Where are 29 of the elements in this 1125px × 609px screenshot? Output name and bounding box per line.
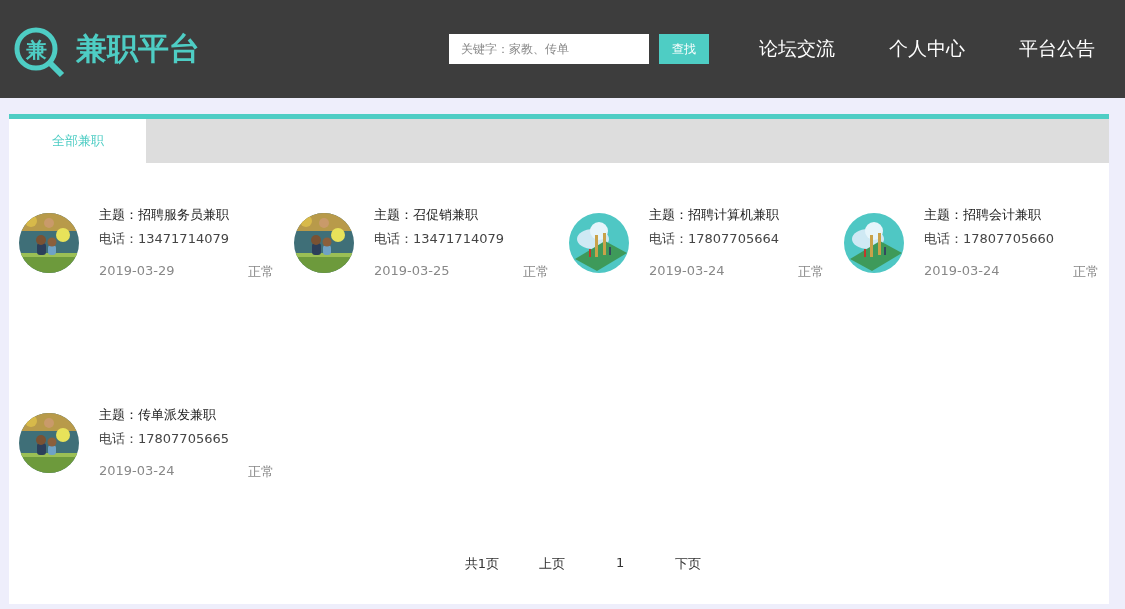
date-text: 2019-03-24 <box>649 263 725 280</box>
job-title[interactable]: 主题：召促销兼职 <box>374 205 549 225</box>
page-number[interactable]: 1 <box>605 555 636 573</box>
phone-text: 电话：17807705664 <box>649 230 780 248</box>
page-count: 共1页 <box>464 555 500 573</box>
nav-link[interactable]: 论坛交流 <box>759 36 835 62</box>
phone-text: 电话：13471714079 <box>99 230 230 248</box>
job-title[interactable]: 主题：招聘计算机兼职 <box>649 205 824 225</box>
site-title: 兼职平台 <box>76 29 200 68</box>
date-text: 2019-03-24 <box>924 263 1000 280</box>
phone-text: 电话：13471714079 <box>374 230 505 248</box>
status-text: 正常 <box>798 263 824 281</box>
nav-link[interactable]: 个人中心 <box>889 36 965 62</box>
date-text: 2019-03-25 <box>374 263 450 280</box>
job-title[interactable]: 主题：招聘服务员兼职 <box>99 205 274 225</box>
search-field[interactable]: 关键字：家教、传单 <box>449 34 649 64</box>
date-text: 2019-03-29 <box>99 263 175 280</box>
nav-link[interactable]: 平台公告 <box>1019 36 1095 62</box>
prev-page-link[interactable]: 上页 <box>537 555 568 573</box>
date-text: 2019-03-24 <box>99 463 175 480</box>
next-page-link[interactable]: 下页 <box>673 555 704 573</box>
job-title[interactable]: 主题：传单派发兼职 <box>99 405 274 425</box>
phone-text: 电话：17807705660 <box>924 230 1055 248</box>
status-text: 正常 <box>1073 263 1099 281</box>
status-text: 正常 <box>248 463 274 481</box>
job-title[interactable]: 主题：招聘会计兼职 <box>924 205 1099 225</box>
status-text: 正常 <box>248 263 274 281</box>
phone-text: 电话：17807705665 <box>99 430 230 448</box>
status-text: 正常 <box>523 263 549 281</box>
